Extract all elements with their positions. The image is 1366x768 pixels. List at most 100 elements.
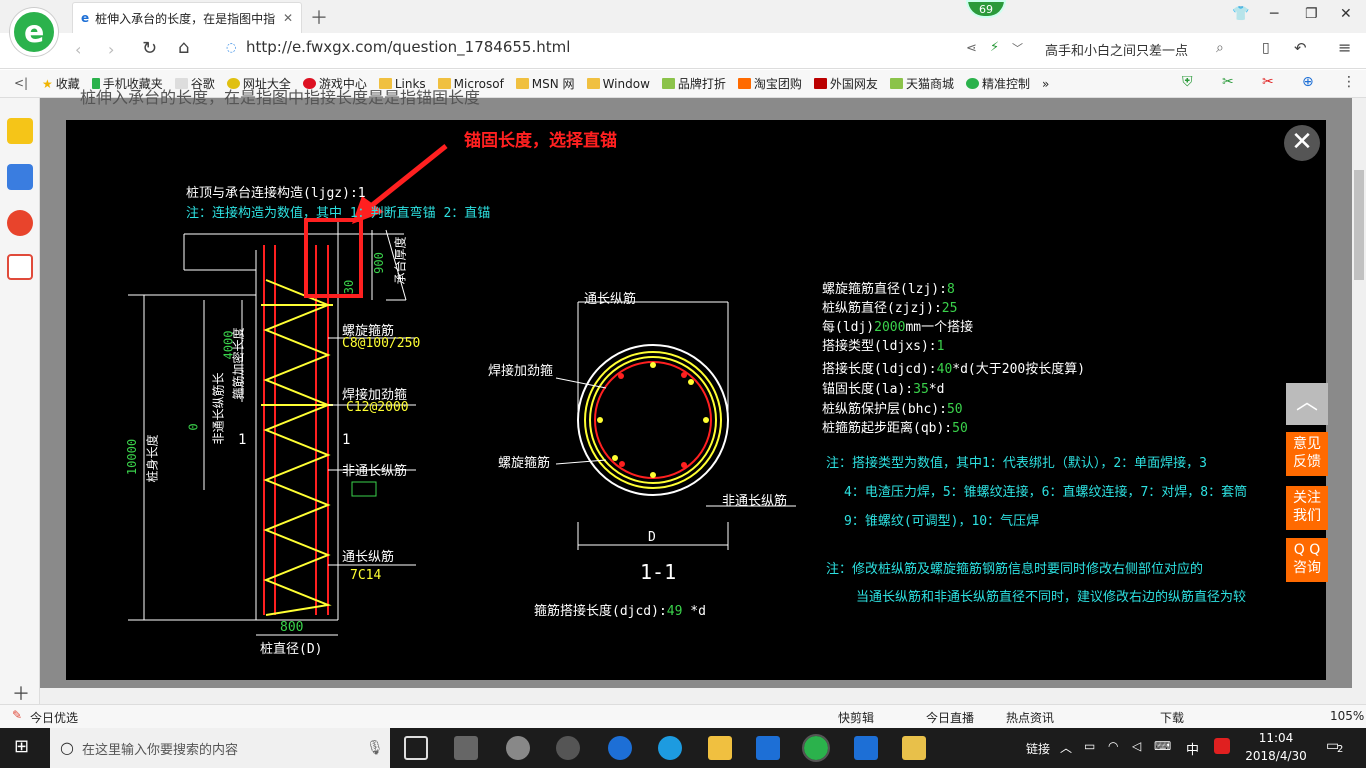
callout-text: 锚固长度，选择直锚: [464, 131, 617, 151]
battery-icon[interactable]: ▭: [1084, 739, 1095, 753]
lap-length-line: 箍筋搭接长度(djcd):49 *d: [534, 600, 706, 619]
status-item[interactable]: 快剪辑: [838, 709, 874, 726]
translate-icon[interactable]: ✂: [1222, 74, 1234, 90]
mail-icon[interactable]: [7, 254, 33, 280]
forward-icon[interactable]: ›: [108, 40, 114, 59]
shield-icon[interactable]: ⛨: [1182, 74, 1193, 90]
tab-close-icon[interactable]: ✕: [283, 11, 293, 25]
close-window-icon[interactable]: ✕: [1340, 6, 1352, 22]
menu-icon[interactable]: ≡: [1338, 38, 1351, 57]
browser-tab[interactable]: e 桩伸入承台的长度，在是指图中指 ✕: [72, 2, 302, 33]
download-item[interactable]: 下载: [1160, 709, 1184, 726]
ie-legacy-icon[interactable]: [506, 736, 530, 760]
weibo-icon[interactable]: [7, 210, 33, 236]
tray-arrow-icon[interactable]: ︿: [1060, 739, 1072, 756]
bookmark-item[interactable]: 天猫商城: [889, 75, 954, 92]
wifi-icon[interactable]: ◠: [1108, 739, 1118, 753]
refresh-icon[interactable]: ↻: [142, 38, 157, 59]
bookmark-item[interactable]: 淘宝团购: [737, 75, 802, 92]
bookmark-item[interactable]: Window: [586, 77, 650, 91]
pile-length-label: 桩身长度: [145, 434, 160, 483]
section-mark-right: 1: [342, 432, 351, 448]
add-sidebar-icon[interactable]: ＋: [12, 680, 30, 706]
search-icon[interactable]: ⌕: [1216, 40, 1224, 56]
pile-diameter-label: 桩直径(D): [260, 642, 323, 657]
bookmark-item[interactable]: 精准控制: [965, 75, 1030, 92]
tools-icon[interactable]: ⋮: [1342, 74, 1356, 90]
deals-label[interactable]: 今日优选: [30, 709, 78, 726]
ie-icon[interactable]: [658, 736, 682, 760]
taskbar-search[interactable]: 在这里输入你要搜索的内容: [50, 728, 390, 768]
tray-link[interactable]: 链接: [1026, 740, 1050, 757]
section-d-label: D: [648, 530, 656, 545]
status-item[interactable]: 今日直播: [926, 709, 974, 726]
network-icon[interactable]: ⊕: [1302, 74, 1314, 90]
back-to-top-button[interactable]: ︿: [1286, 383, 1328, 425]
clock-time[interactable]: 11:04: [1246, 731, 1306, 745]
new-tab-button[interactable]: ＋: [310, 4, 328, 30]
search-input[interactable]: 高手和小白之间只差一点: [1045, 40, 1188, 59]
section-nonfull-label: 非通长纵筋: [722, 494, 788, 509]
share-icon[interactable]: ⋖: [966, 41, 977, 56]
clock-date[interactable]: 2018/4/30: [1242, 749, 1310, 763]
nonfull-bar-label: 非通长纵筋: [342, 464, 408, 479]
volume-icon[interactable]: ◁: [1132, 739, 1141, 753]
page-heading: 桩伸入承台的长度，在是指图中指接长度是是指锚固长度: [80, 88, 481, 107]
image-viewer: 锚固长度，选择直锚 桩顶与承台连接构造(ljgz):1 注：连接构造为数值，其中…: [66, 120, 1326, 680]
windows-start-icon[interactable]: ⊞: [14, 736, 29, 757]
cut-icon[interactable]: ✂: [1262, 74, 1274, 90]
minimize-icon[interactable]: ─: [1270, 6, 1278, 22]
back-icon[interactable]: ‹: [75, 40, 81, 59]
app-icon[interactable]: [756, 736, 780, 760]
section-name: 1-1: [640, 560, 677, 584]
file-explorer-icon[interactable]: [708, 736, 732, 760]
zoom-level[interactable]: 105%: [1330, 709, 1364, 723]
site-security-icon: ◌: [226, 40, 237, 54]
bookmark-item[interactable]: MSN 网: [515, 75, 575, 92]
tab-title: 桩伸入承台的长度，在是指图中指: [95, 11, 276, 26]
follow-button[interactable]: 关注 我们: [1286, 486, 1328, 530]
home-icon[interactable]: ⌂: [178, 37, 189, 58]
sogou-icon[interactable]: [1214, 738, 1230, 754]
favorites-star-icon[interactable]: [7, 118, 33, 144]
close-viewer-button[interactable]: ✕: [1284, 125, 1320, 161]
keyboard-icon[interactable]: ⌨: [1154, 739, 1171, 753]
note-line: 注：搭接类型为数值，其中1：代表绑扎（默认），2：单面焊接，3: [826, 456, 1207, 471]
app-icon[interactable]: [854, 736, 878, 760]
folder-icon: [515, 78, 529, 89]
app-icon[interactable]: [556, 736, 580, 760]
section-top-label: 通长纵筋: [584, 292, 637, 307]
chevron-down-icon[interactable]: ﹀: [1012, 40, 1023, 56]
collapse-icon[interactable]: <|: [14, 76, 28, 90]
full-bar-spec: 7C14: [350, 568, 382, 583]
scrollbar-thumb[interactable]: [1354, 170, 1364, 280]
task-view-icon[interactable]: [404, 736, 428, 760]
ime-indicator[interactable]: 中: [1186, 739, 1199, 758]
cortana-icon: ○: [60, 738, 74, 757]
news-list-icon[interactable]: [7, 164, 33, 190]
more-bookmarks-icon[interactable]: »: [1042, 77, 1049, 91]
horizontal-scrollbar[interactable]: [40, 688, 1352, 704]
browser-taskbar-icon[interactable]: [802, 734, 830, 762]
mobile-icon[interactable]: ▯: [1262, 40, 1270, 56]
bookmark-item[interactable]: ★ 收藏: [42, 75, 80, 92]
url-input[interactable]: http://e.fwxgx.com/question_1784655.html: [246, 38, 570, 56]
lightning-icon[interactable]: ⚡: [990, 40, 999, 55]
app-icon[interactable]: [454, 736, 478, 760]
mic-icon[interactable]: 🎙: [366, 740, 384, 756]
edge-icon[interactable]: [608, 736, 632, 760]
status-item[interactable]: 热点资讯: [1006, 709, 1054, 726]
qq-consult-button[interactable]: Q Q 咨询: [1286, 538, 1328, 582]
note-line: 9：锥螺纹(可调型)，10：气压焊: [844, 514, 1040, 529]
bookmark-item[interactable]: 外国网友: [813, 75, 878, 92]
undo-icon[interactable]: ↶: [1294, 39, 1307, 57]
leaf-icon: [661, 78, 675, 89]
notes-icon[interactable]: [902, 736, 926, 760]
param-row: 搭接长度(ldjcd):40*d(大于200按长度算): [822, 362, 1086, 377]
browser-logo[interactable]: e: [10, 8, 58, 56]
bookmark-item[interactable]: 品牌打折: [661, 75, 726, 92]
skin-icon[interactable]: 👕: [1232, 6, 1249, 22]
feedback-button[interactable]: 意见 反馈: [1286, 432, 1328, 476]
restore-icon[interactable]: ❐: [1305, 6, 1318, 22]
note-line: 4：电渣压力焊，5：锥螺纹连接，6：直螺纹连接，7：对焊，8：套筒: [844, 485, 1248, 500]
